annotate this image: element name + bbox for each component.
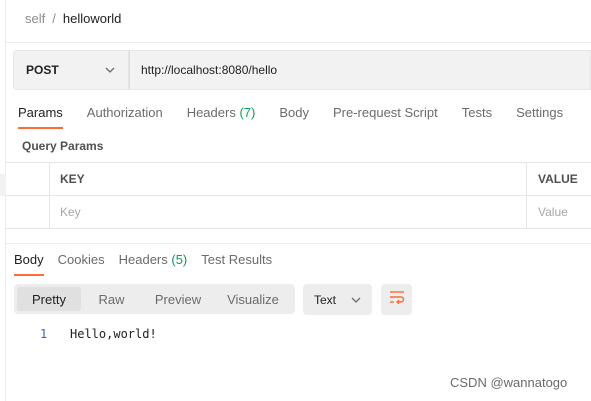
- tab-response-headers[interactable]: Headers (5): [119, 252, 188, 280]
- format-label: Text: [314, 292, 337, 307]
- view-preview-button[interactable]: Preview: [142, 287, 214, 311]
- tab-tests[interactable]: Tests: [462, 104, 492, 132]
- breadcrumb: self / helloworld: [25, 9, 121, 27]
- tab-label: Params: [18, 105, 63, 120]
- tab-pre-request-script[interactable]: Pre-request Script: [333, 104, 438, 132]
- tab-authorization[interactable]: Authorization: [87, 104, 163, 132]
- breadcrumb-separator: /: [52, 10, 56, 26]
- response-divider: [6, 243, 591, 244]
- column-header-value: VALUE: [538, 172, 578, 186]
- tab-params[interactable]: Params: [18, 104, 63, 132]
- request-tabs: Params Authorization Headers (7) Body Pr…: [18, 104, 587, 132]
- watermark: CSDN @wannatogo: [450, 375, 568, 390]
- tab-count: (7): [239, 105, 256, 120]
- tab-label: Body: [14, 252, 44, 267]
- tab-label: Body: [279, 105, 309, 120]
- request-bar: POST http://localhost:8080/hello: [13, 50, 591, 90]
- response-tabs: Body Cookies Headers (5) Test Results: [14, 252, 286, 280]
- breadcrumb-request-name[interactable]: helloworld: [63, 11, 122, 26]
- tab-label: Settings: [516, 105, 564, 120]
- tab-label: Tests: [461, 105, 493, 120]
- param-value-input[interactable]: Value: [527, 196, 591, 228]
- response-code-line: 1 Hello,world!: [40, 327, 157, 341]
- method-select[interactable]: POST: [13, 50, 129, 90]
- view-mode-toggle: Pretty Raw Preview Visualize: [14, 284, 295, 314]
- tab-cookies[interactable]: Cookies: [58, 252, 105, 280]
- column-header-key: KEY: [50, 163, 527, 195]
- params-checkbox-column: [6, 163, 50, 195]
- params-empty-row: Key Value: [6, 196, 591, 229]
- tab-label: Headers: [186, 105, 236, 120]
- url-input[interactable]: http://localhost:8080/hello: [129, 50, 591, 90]
- param-key-input[interactable]: Key: [50, 196, 527, 228]
- tab-label: Headers: [118, 252, 168, 267]
- wrap-lines-button[interactable]: [381, 284, 412, 315]
- line-number: 1: [40, 327, 48, 341]
- params-row-checkbox-cell: [6, 196, 50, 228]
- header-divider: [6, 42, 591, 43]
- tab-label: Cookies: [57, 252, 105, 267]
- breadcrumb-collection[interactable]: self: [25, 11, 45, 26]
- tab-label: Test Results: [201, 252, 273, 267]
- tab-body[interactable]: Body: [279, 104, 309, 132]
- tab-count: (5): [171, 252, 188, 267]
- params-header-row: KEY VALUE: [6, 163, 591, 196]
- view-raw-button[interactable]: Raw: [81, 287, 142, 311]
- view-pretty-button[interactable]: Pretty: [17, 287, 81, 311]
- tab-response-body[interactable]: Body: [14, 252, 44, 280]
- tab-settings[interactable]: Settings: [516, 104, 563, 132]
- format-select[interactable]: Text: [303, 284, 372, 315]
- tab-label: Authorization: [86, 105, 163, 120]
- wrap-lines-icon: [389, 290, 405, 309]
- query-params-title: Query Params: [22, 139, 104, 153]
- chevron-down-icon: [344, 297, 368, 303]
- tab-headers[interactable]: Headers (7): [187, 104, 256, 132]
- view-visualize-button[interactable]: Visualize: [214, 287, 292, 311]
- params-table: KEY VALUE Key Value: [6, 162, 591, 229]
- tab-label: Pre-request Script: [332, 105, 438, 120]
- method-label: POST: [26, 63, 59, 77]
- tab-test-results[interactable]: Test Results: [201, 252, 272, 280]
- chevron-down-icon: [98, 67, 122, 73]
- response-body-text: Hello,world!: [70, 327, 157, 341]
